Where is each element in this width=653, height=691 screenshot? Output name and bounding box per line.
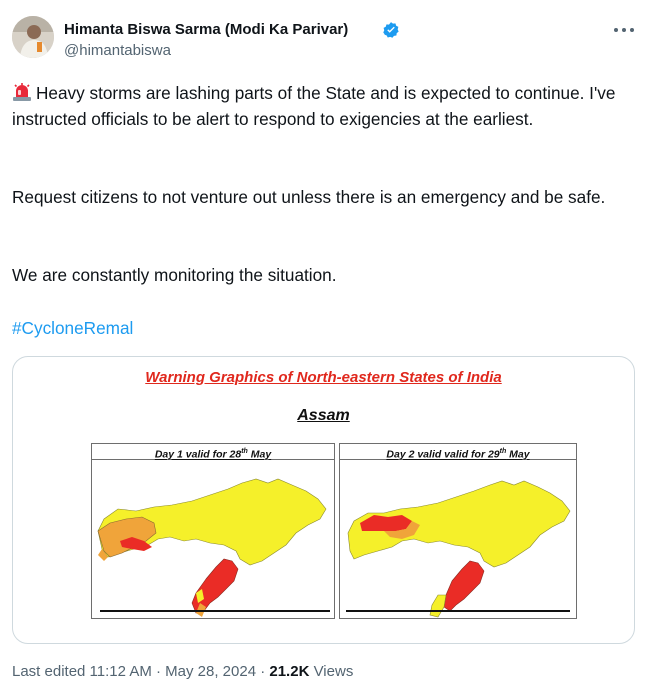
panel-label-day1: Day 1 valid for 28th May bbox=[92, 444, 334, 461]
tweet-card: Himanta Biswa Sarma (Modi Ka Parivar) @h… bbox=[0, 0, 653, 691]
media-subtitle: Assam bbox=[297, 407, 350, 424]
views-count[interactable]: 21.2K bbox=[269, 663, 309, 680]
media-image[interactable]: Warning Graphics of North-eastern States… bbox=[12, 356, 635, 644]
map-baseline bbox=[100, 610, 330, 612]
author-avatar[interactable] bbox=[12, 16, 54, 58]
views-label: Views bbox=[309, 663, 354, 680]
hashtag-link[interactable]: #CycloneRemal bbox=[12, 315, 133, 341]
panel-label-day2: Day 2 valid valid for 29th May bbox=[340, 444, 576, 461]
assam-map-day1 bbox=[97, 478, 327, 617]
verified-badge-icon bbox=[383, 22, 399, 38]
tweet-paragraph-3: We are constantly monitoring the situati… bbox=[12, 265, 337, 285]
tweet-paragraph-2: Request citizens to not venture out unle… bbox=[12, 187, 606, 207]
police-car-light-icon bbox=[13, 83, 31, 101]
warning-map-day1: Day 1 valid for 28th May bbox=[91, 443, 335, 619]
avatar-image bbox=[12, 16, 54, 58]
tweet-meta: Last edited 11:12 AM · May 28, 2024 · 21… bbox=[12, 662, 353, 682]
warning-map-day2: Day 2 valid valid for 29th May bbox=[339, 443, 577, 619]
map-baseline bbox=[346, 610, 570, 612]
author-handle[interactable]: @himantabiswa bbox=[64, 41, 171, 61]
media-title: Warning Graphics of North-eastern States… bbox=[145, 369, 502, 386]
more-options-icon[interactable] bbox=[612, 20, 636, 40]
author-name[interactable]: Himanta Biswa Sarma (Modi Ka Parivar) bbox=[64, 20, 348, 40]
tweet-paragraph-1: Heavy storms are lashing parts of the St… bbox=[12, 80, 637, 132]
edited-timestamp[interactable]: Last edited 11:12 AM · May 28, 2024 · bbox=[12, 663, 269, 680]
assam-map-day2 bbox=[347, 480, 571, 618]
tweet-text-1: Heavy storms are lashing parts of the St… bbox=[12, 83, 616, 129]
